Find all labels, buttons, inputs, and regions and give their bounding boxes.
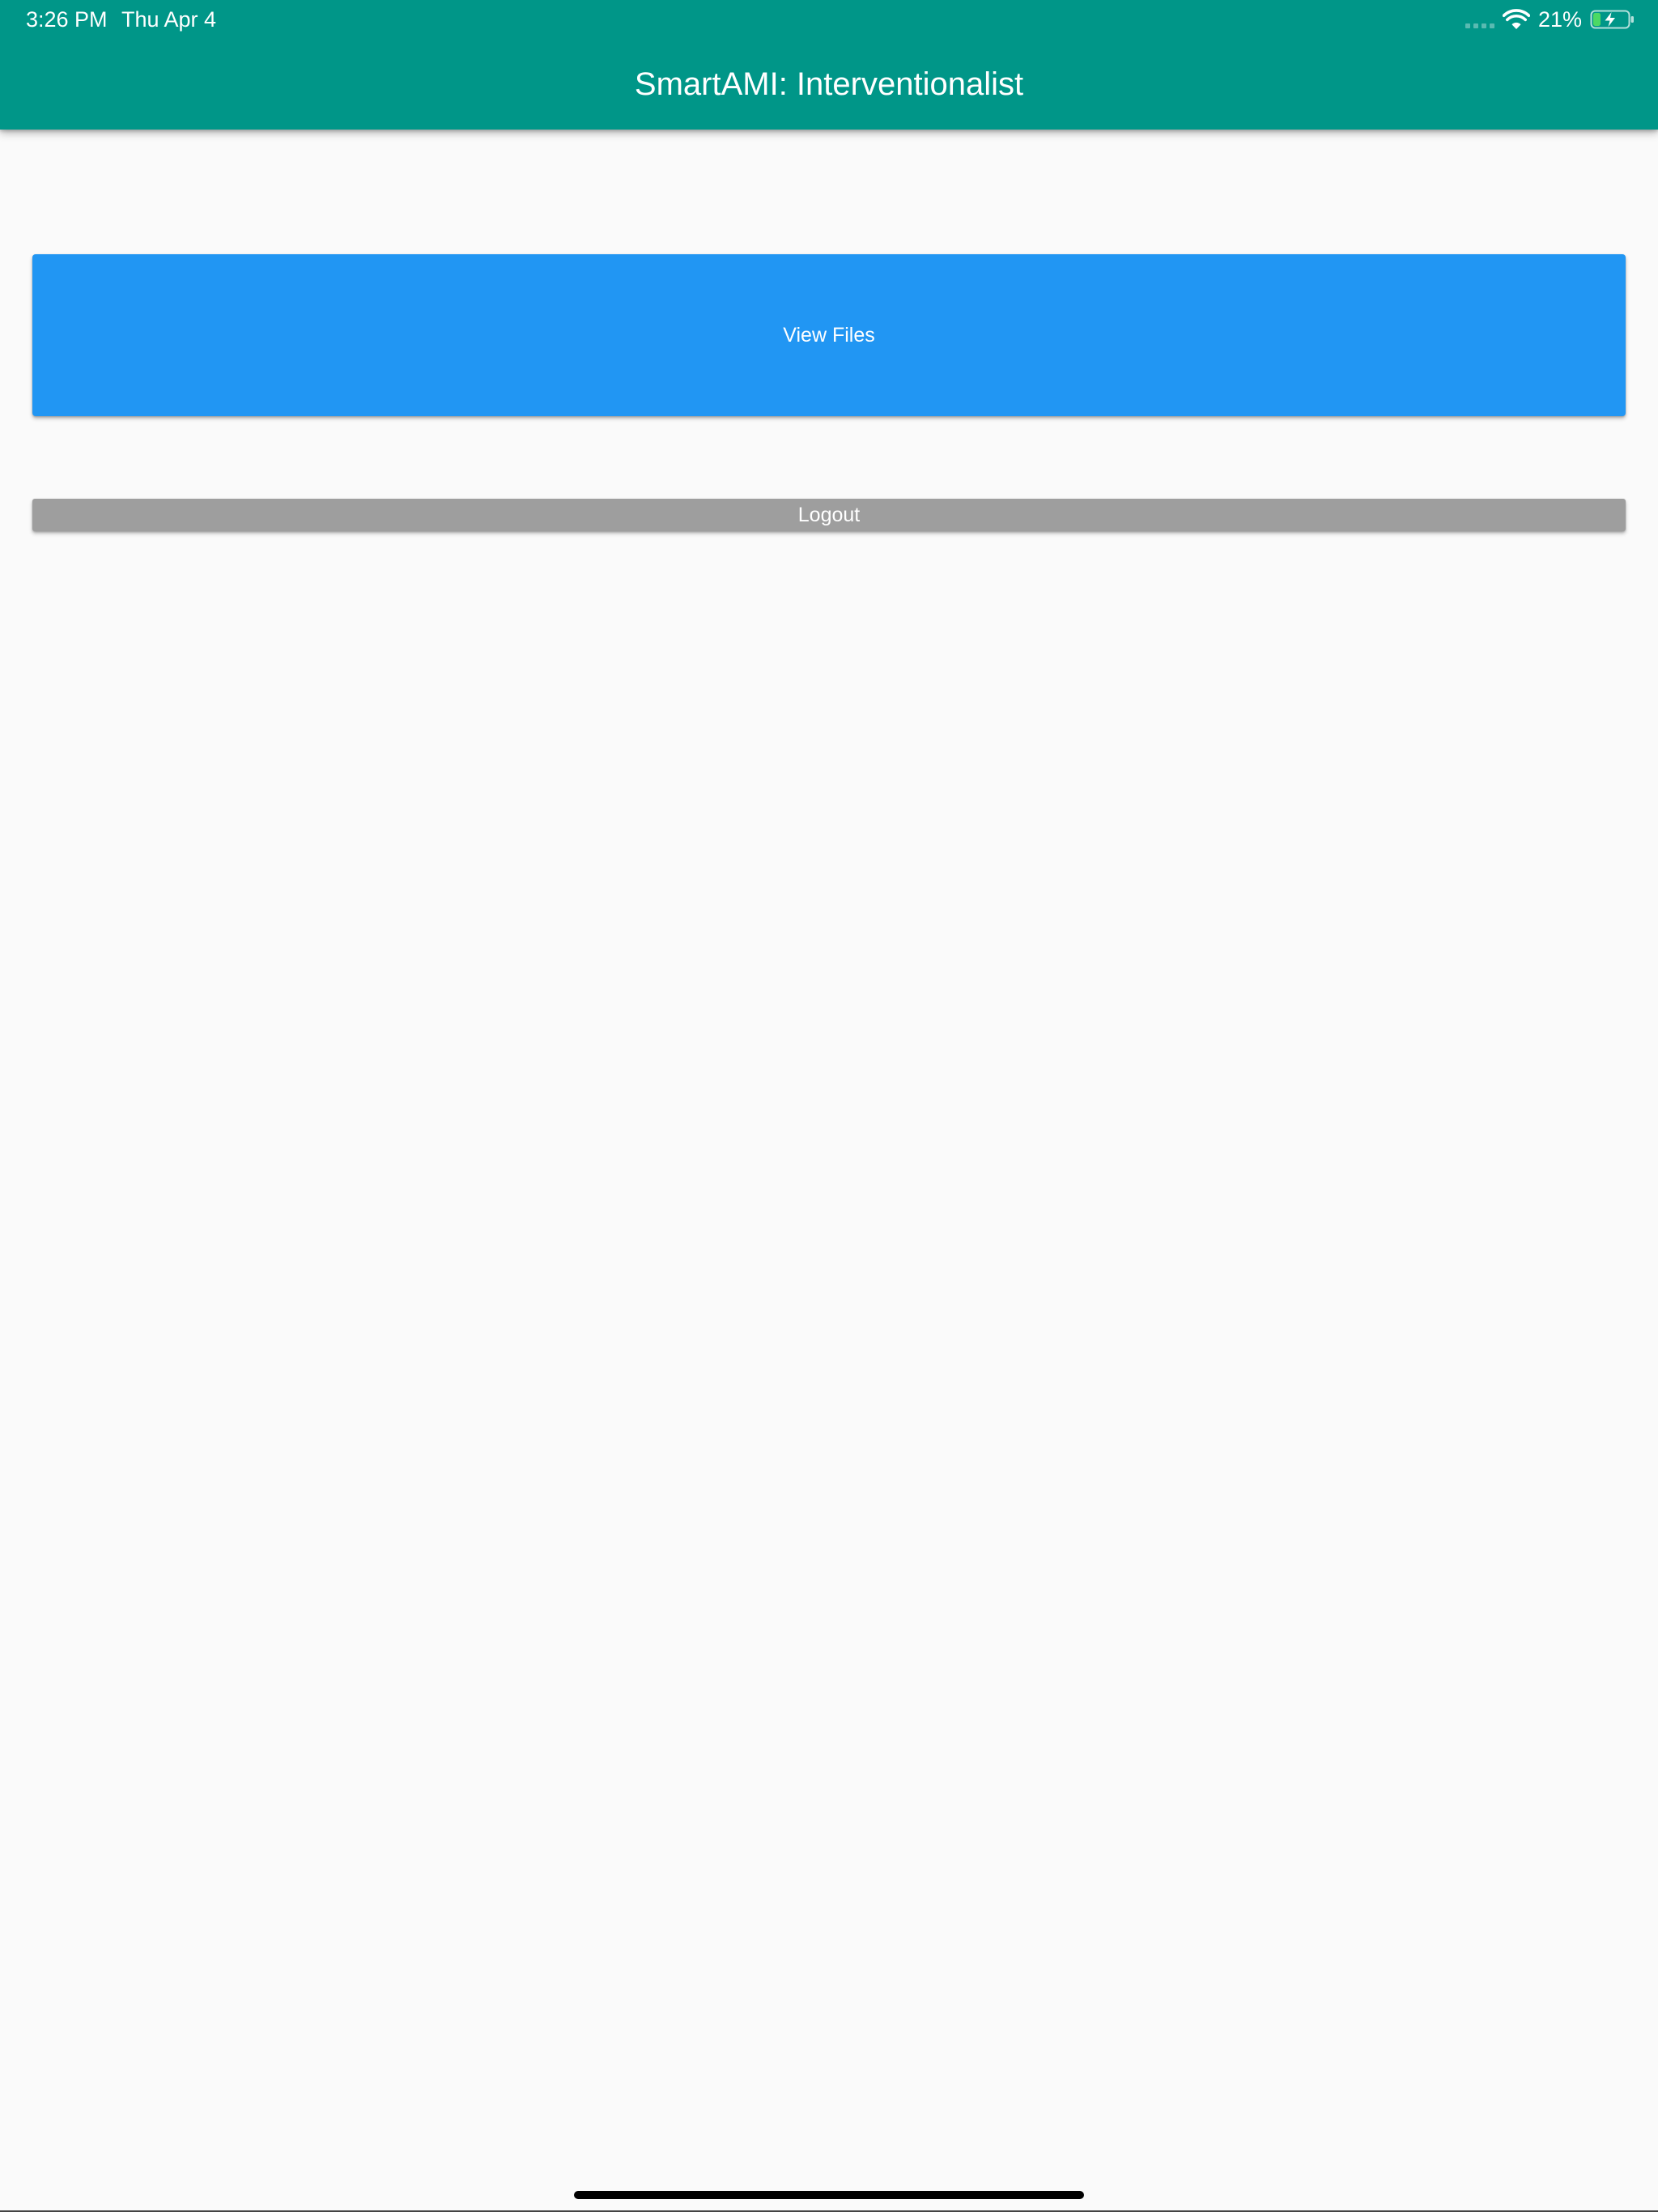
battery-charging-icon — [1590, 10, 1634, 29]
app-title: SmartAMI: Interventionalist — [634, 66, 1024, 102]
logout-label: Logout — [797, 503, 861, 526]
view-files-label: View Files — [783, 323, 875, 347]
status-indicators: 21% — [1465, 6, 1635, 32]
status-date: Thu Apr 4 — [121, 7, 217, 32]
battery-percent: 21% — [1537, 7, 1582, 32]
view-files-button[interactable]: View Files — [32, 254, 1626, 416]
cellular-signal-icon — [1465, 19, 1494, 28]
wifi-icon — [1502, 9, 1530, 29]
app-bar: 3:26 PM Thu Apr 4 21% SmartAMI: Interven… — [0, 0, 1658, 130]
status-time: 3:26 PM — [26, 7, 108, 32]
home-indicator[interactable] — [574, 2191, 1084, 2199]
logout-button[interactable]: Logout — [32, 499, 1626, 531]
